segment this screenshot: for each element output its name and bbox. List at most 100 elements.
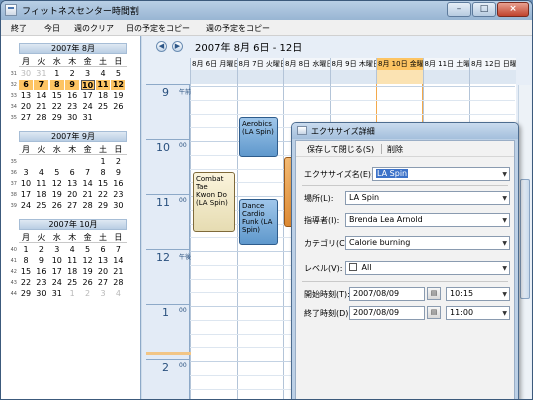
day-column-header[interactable]: 8月 9日 木曜日: [329, 58, 376, 70]
menu-today[interactable]: 今日: [44, 23, 60, 34]
mini-calendar-day[interactable]: 1: [65, 289, 79, 299]
mini-calendar-day[interactable]: 17: [19, 190, 33, 200]
mini-calendar-day[interactable]: 13: [65, 179, 79, 189]
mini-calendar-day[interactable]: 22: [19, 278, 33, 288]
mini-calendar-day[interactable]: 11: [96, 80, 110, 90]
mini-calendar-month-title[interactable]: 2007年 8月: [19, 43, 127, 54]
mini-calendar-day[interactable]: 30: [34, 289, 48, 299]
day-column-header[interactable]: 8月 7日 火曜日: [236, 58, 283, 70]
mini-calendar-day[interactable]: 7: [111, 245, 125, 255]
mini-calendar-day[interactable]: 29: [50, 113, 64, 123]
mini-calendar-day[interactable]: 24: [81, 102, 95, 112]
mini-calendar-day[interactable]: 1: [96, 157, 110, 167]
mini-calendar-day[interactable]: 27: [65, 201, 79, 211]
mini-calendar-day[interactable]: 5: [111, 69, 125, 79]
end-date-field[interactable]: 2007/08/09: [349, 306, 425, 320]
mini-calendar-day[interactable]: 21: [34, 102, 48, 112]
mini-calendar-day[interactable]: 5: [81, 245, 95, 255]
mini-calendar-day[interactable]: 23: [34, 278, 48, 288]
mini-calendar-day[interactable]: 30: [19, 69, 33, 79]
mini-calendar-day[interactable]: 21: [111, 267, 125, 277]
all-day-slot[interactable]: [469, 70, 516, 84]
maximize-button[interactable]: □: [472, 2, 496, 17]
day-column-header[interactable]: 8月 8日 水曜日: [283, 58, 330, 70]
mini-calendar-day[interactable]: 10: [19, 179, 33, 189]
mini-calendar-day[interactable]: 10: [50, 256, 64, 266]
mini-calendar-day[interactable]: 26: [50, 201, 64, 211]
mini-calendar-day[interactable]: 11: [34, 179, 48, 189]
mini-calendar-day[interactable]: 20: [65, 190, 79, 200]
mini-calendar-day[interactable]: 25: [34, 201, 48, 211]
mini-calendar-day[interactable]: 20: [19, 102, 33, 112]
mini-calendar-day[interactable]: 2: [81, 289, 95, 299]
mini-calendar-day[interactable]: 31: [81, 113, 95, 123]
mini-calendar-day[interactable]: 25: [96, 102, 110, 112]
mini-calendar-day[interactable]: 23: [111, 190, 125, 200]
mini-calendar-day[interactable]: 9: [111, 168, 125, 178]
mini-calendar-day[interactable]: 29: [96, 201, 110, 211]
mini-calendar-day[interactable]: 7: [81, 168, 95, 178]
mini-calendar-day[interactable]: 14: [81, 179, 95, 189]
mini-calendar-day[interactable]: 31: [50, 289, 64, 299]
mini-calendar-day[interactable]: 31: [34, 69, 48, 79]
mini-calendar-month-title[interactable]: 2007年 9月: [19, 131, 127, 142]
mini-calendar-day[interactable]: 6: [96, 245, 110, 255]
category-combo[interactable]: Calorie burning ▼: [345, 236, 510, 250]
mini-calendar-day[interactable]: 26: [81, 278, 95, 288]
level-combo[interactable]: All ▼: [345, 261, 510, 275]
end-time-combo[interactable]: 11:00 ▼: [446, 306, 510, 320]
start-time-combo[interactable]: 10:15 ▼: [446, 287, 510, 301]
mini-calendar-day[interactable]: 5: [50, 168, 64, 178]
day-column-header[interactable]: 8月 11日 土曜日: [422, 58, 469, 70]
instructor-combo[interactable]: Brenda Lea Arnold ▼: [345, 213, 510, 227]
all-day-slot[interactable]: [190, 70, 237, 84]
mini-calendar-day[interactable]: 27: [96, 278, 110, 288]
mini-calendar-day[interactable]: 27: [19, 113, 33, 123]
mini-calendar-day[interactable]: 8: [19, 256, 33, 266]
mini-calendar-day[interactable]: 19: [50, 190, 64, 200]
mini-calendar-day[interactable]: 28: [81, 201, 95, 211]
day-column-header[interactable]: 8月 12日 日曜日: [469, 58, 516, 70]
mini-calendar-day[interactable]: 19: [111, 91, 125, 101]
mini-calendar-month-title[interactable]: 2007年 10月: [19, 219, 127, 230]
next-week-button[interactable]: ▶: [172, 41, 183, 52]
schedule-scrollbar[interactable]: [518, 85, 531, 399]
mini-calendar-day[interactable]: 8: [49, 80, 64, 90]
menu-clear-week[interactable]: 週のクリア: [74, 23, 114, 34]
dialog-title-bar[interactable]: エクササイズ詳細: [292, 123, 518, 139]
mini-calendar-day[interactable]: 22: [96, 190, 110, 200]
mini-calendar-day[interactable]: 30: [65, 113, 79, 123]
all-day-slot[interactable]: [329, 70, 376, 84]
mini-calendar-day[interactable]: 9: [65, 80, 80, 90]
mini-calendar-day[interactable]: 23: [65, 102, 79, 112]
mini-calendar-day[interactable]: 11: [65, 256, 79, 266]
title-bar[interactable]: フィットネスセンター時間割 – □ ×: [1, 1, 532, 20]
mini-calendar-day[interactable]: 9: [34, 256, 48, 266]
mini-calendar-day[interactable]: 24: [50, 278, 64, 288]
mini-calendar-day[interactable]: 18: [96, 91, 110, 101]
prev-week-button[interactable]: ◀: [156, 41, 167, 52]
day-column-header[interactable]: 8月 6日 月曜日: [190, 58, 237, 70]
mini-calendar-day[interactable]: 1: [19, 245, 33, 255]
scrollbar-thumb[interactable]: [520, 179, 530, 299]
day-column-header[interactable]: 8月 10日 金曜日: [376, 58, 423, 70]
mini-calendar-day[interactable]: 4: [111, 289, 125, 299]
mini-calendar-day[interactable]: 15: [50, 91, 64, 101]
mini-calendar-day[interactable]: 12: [81, 256, 95, 266]
mini-calendar-day[interactable]: 8: [96, 168, 110, 178]
mini-calendar-day[interactable]: 17: [81, 91, 95, 101]
mini-calendar-day[interactable]: 3: [19, 168, 33, 178]
mini-calendar-day[interactable]: 2: [34, 245, 48, 255]
mini-calendar-day[interactable]: 20: [96, 267, 110, 277]
start-date-field[interactable]: 2007/08/09: [349, 287, 425, 301]
end-date-picker-icon[interactable]: ▤: [427, 306, 441, 319]
mini-calendar-day[interactable]: 4: [34, 168, 48, 178]
menu-copy-day[interactable]: 日の予定をコピー: [126, 23, 190, 34]
mini-calendar-day[interactable]: 7: [34, 80, 49, 90]
menu-copy-week[interactable]: 週の予定をコピー: [206, 23, 270, 34]
mini-calendar-day[interactable]: 28: [34, 113, 48, 123]
close-button[interactable]: ×: [497, 2, 529, 17]
mini-calendar-day[interactable]: 16: [65, 91, 79, 101]
mini-calendar-day[interactable]: 25: [65, 278, 79, 288]
mini-calendar-today[interactable]: 10: [80, 80, 95, 90]
